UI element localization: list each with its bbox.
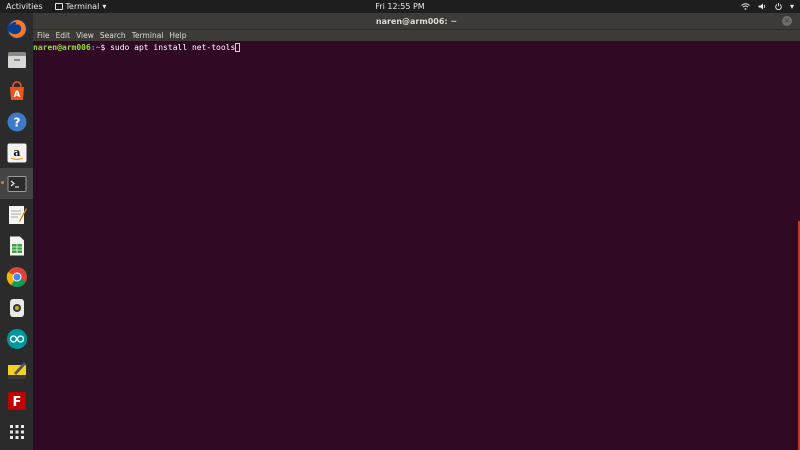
dock-item-show-applications[interactable] [0,416,33,447]
help-icon: ? [7,112,26,131]
tray-chevron-down-icon: ▾ [789,1,794,11]
dock: A ? a F [0,13,33,450]
terminal-window: naren@arm006: ~ × File Edit View Search … [33,13,800,450]
dock-item-files[interactable] [0,44,33,75]
notes-icon [7,361,26,379]
speaker-icon [758,3,766,10]
filezilla-icon: F [7,391,26,410]
show-applications-icon [9,424,24,439]
spreadsheet-icon [9,236,24,255]
prompt-path: :~ [90,43,101,52]
menu-bar: File Edit View Search Terminal Help [33,29,800,41]
dock-item-amazon[interactable]: a [0,137,33,168]
dock-item-text-editor[interactable] [0,199,33,230]
prompt-symbol: $ [100,43,111,52]
app-menu-label: Terminal [65,2,100,11]
text-cursor [235,43,241,52]
svg-text:?: ? [13,115,20,129]
terminal-small-icon [54,3,63,10]
top-bar: Activities Terminal ▾ Fri 12:55 PM ▾ [0,0,800,13]
prompt-user: naren@arm006 [33,43,91,52]
activities-button[interactable]: Activities [0,2,49,11]
terminal-area[interactable]: naren@arm006:~ $ sudo apt install net-too… [33,41,800,450]
svg-text:a: a [13,146,20,159]
amazon-icon: a [7,143,26,162]
window-title: naren@arm006: ~ [375,16,458,26]
svg-text:F: F [12,395,21,410]
menu-search[interactable]: Search [100,31,126,40]
wifi-icon [741,3,750,10]
terminal-icon [7,175,26,192]
dock-item-device-app[interactable] [0,292,33,323]
prompt-line: naren@arm006:~ $ sudo apt install net-too… [33,43,800,52]
dock-item-software[interactable]: A [0,75,33,106]
clock[interactable]: Fri 12:55 PM [375,2,424,11]
menu-file[interactable]: File [37,31,50,40]
chrome-icon [6,266,27,287]
files-icon [7,51,26,68]
dock-item-filezilla[interactable]: F [0,385,33,416]
text-editor-icon [8,205,27,224]
firefox-icon [6,18,27,39]
device-app-icon [9,298,24,317]
menu-view[interactable]: View [76,31,94,40]
close-button[interactable]: × [782,16,792,26]
window-titlebar[interactable]: naren@arm006: ~ × [33,13,800,29]
chevron-down-icon: ▾ [102,2,107,11]
dock-item-terminal[interactable] [0,168,33,199]
dock-item-arduino[interactable] [0,323,33,354]
menu-edit[interactable]: Edit [56,31,71,40]
dock-item-firefox[interactable] [0,13,33,44]
software-center-icon: A [9,80,24,100]
power-icon [775,3,782,10]
menu-terminal[interactable]: Terminal [132,31,164,40]
dock-item-help[interactable]: ? [0,106,33,137]
system-tray[interactable]: ▾ [741,1,794,11]
dock-item-notes[interactable] [0,354,33,385]
command-text: sudo apt install net-tools [110,43,236,52]
dock-item-spreadsheet[interactable] [0,230,33,261]
app-menu[interactable]: Terminal ▾ [49,2,107,11]
svg-text:A: A [13,90,20,100]
arduino-icon [6,328,27,349]
dock-item-chrome[interactable] [0,261,33,292]
menu-help[interactable]: Help [169,31,186,40]
